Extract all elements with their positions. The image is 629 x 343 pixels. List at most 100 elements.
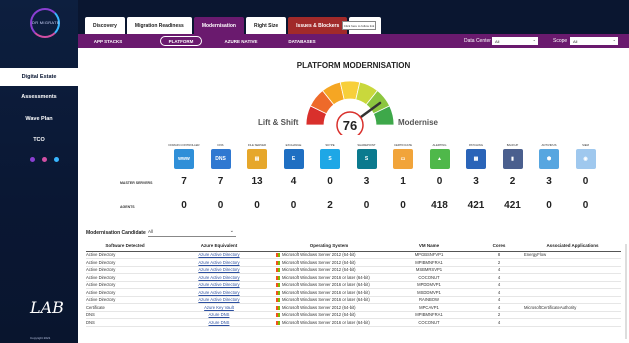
- azure-equivalent-link[interactable]: Azure Active Directory: [164, 273, 274, 282]
- os-cell: Microsoft Windows Server 2012 (64-bit): [274, 251, 384, 259]
- column-header[interactable]: Software Detected: [86, 240, 164, 252]
- column-header[interactable]: Azure Equivalent: [164, 240, 274, 252]
- agents-count[interactable]: 0: [387, 200, 419, 211]
- subtab-azure-native[interactable]: AZURE NATIVE: [218, 36, 264, 46]
- table-row[interactable]: Active Directory Azure Active Directory Mi…: [86, 281, 621, 289]
- tab-migration-readiness[interactable]: Migration Readiness: [126, 17, 192, 34]
- subtab-app-stacks[interactable]: APP STACKS: [88, 36, 128, 46]
- service-column: DOMAIN CONTROLLER www: [168, 137, 200, 169]
- agents-count[interactable]: 0: [241, 200, 273, 211]
- agents-count[interactable]: 0: [278, 200, 310, 211]
- agents-count[interactable]: 418: [424, 200, 456, 211]
- patching-icon: ▦: [466, 149, 486, 169]
- master-servers-count[interactable]: 0: [570, 176, 602, 187]
- azure-equivalent-link[interactable]: Azure DNS: [164, 311, 274, 319]
- agents-count[interactable]: 0: [570, 200, 602, 211]
- master-servers-count[interactable]: 13: [241, 176, 273, 187]
- tab-modernisation[interactable]: Modernisation: [193, 17, 244, 34]
- azure-equivalent-link[interactable]: Azure Active Directory: [164, 296, 274, 304]
- service-column: EXCHANGE E: [278, 137, 310, 169]
- agents-count[interactable]: 0: [168, 200, 200, 211]
- azure-equivalent-link[interactable]: Azure Active Directory: [164, 251, 274, 259]
- sidebar-dot: [42, 157, 47, 162]
- subtab-databases[interactable]: DATABASES: [284, 36, 320, 46]
- software-cell: Active Directory: [86, 273, 164, 282]
- icon-glyph: ⬢: [546, 156, 552, 162]
- icon-glyph: ▲: [437, 156, 442, 162]
- azure-equivalent-link[interactable]: Azure Active Directory: [164, 281, 274, 289]
- table-row[interactable]: Active Directory Azure Active Directory Mi…: [86, 296, 621, 304]
- agents-count[interactable]: 421: [497, 200, 529, 211]
- master-servers-count[interactable]: 1: [387, 176, 419, 187]
- table-row[interactable]: Active Directory Azure Active Directory Mi…: [86, 266, 621, 274]
- sidebar-item-digital-estate[interactable]: Digital Estate: [0, 68, 78, 86]
- table-row[interactable]: Certificate Azure Key Vault Microsoft Wind…: [86, 303, 621, 312]
- sidebar-item-assessments[interactable]: Assessments: [0, 88, 78, 106]
- master-servers-count[interactable]: 3: [351, 176, 383, 187]
- apps-cell: MicrosoftCertificateAuthority: [524, 303, 621, 312]
- os-cell: Microsoft Windows Server 2012 (64-bit): [274, 266, 384, 274]
- azure-equivalent-link[interactable]: Azure Key Vault: [164, 303, 274, 312]
- master-servers-count[interactable]: 3: [460, 176, 492, 187]
- tab-issues-blockers[interactable]: Issues & Blockers: [288, 17, 348, 34]
- software-cell: Active Directory: [86, 251, 164, 259]
- master-servers-count[interactable]: 7: [205, 176, 237, 187]
- vm-name-cell: MSDDMVP1: [384, 288, 474, 297]
- scope-select[interactable]: All ⌄: [570, 37, 618, 45]
- azure-equivalent-link[interactable]: Azure Active Directory: [164, 288, 274, 297]
- modernisation-candidate-select[interactable]: All ⌄: [148, 228, 236, 237]
- service-label: PATCHING: [468, 142, 484, 147]
- column-header[interactable]: VM Name: [384, 240, 474, 252]
- cores-cell: 4: [474, 281, 524, 289]
- table-row[interactable]: Active Directory Azure Active Directory Mi…: [86, 258, 621, 267]
- service-label: DNS: [217, 142, 224, 147]
- table-row[interactable]: Active Directory Azure Active Directory Mi…: [86, 273, 621, 282]
- service-label: SHAREPOINT: [357, 142, 376, 147]
- icon-glyph: www: [178, 156, 190, 162]
- sidebar-item-wave-plan[interactable]: Wave Plan: [0, 110, 78, 128]
- cores-cell: 2: [474, 311, 524, 319]
- sidebar-item-tco[interactable]: TCO: [0, 131, 78, 149]
- service-column: DNS DNS: [205, 137, 237, 169]
- os-cell: Microsoft Windows Server 2016 or later (…: [274, 273, 384, 282]
- agents-count[interactable]: 0: [351, 200, 383, 211]
- data-center-select[interactable]: All ⌄: [492, 37, 538, 45]
- tab-discovery[interactable]: Discovery: [85, 17, 125, 34]
- subtab-platform[interactable]: PLATFORM: [160, 36, 202, 46]
- cores-cell: 8: [474, 251, 524, 259]
- apps-cell: EnergyFlow: [524, 251, 621, 259]
- column-header[interactable]: Operating System: [274, 240, 384, 252]
- vm-name-cell: RAINBOW: [384, 296, 474, 304]
- file-server-icon: ▤: [247, 149, 267, 169]
- www-icon: www: [174, 149, 194, 169]
- master-servers-count[interactable]: 2: [497, 176, 529, 187]
- column-header[interactable]: Associated Applications: [524, 240, 621, 252]
- agents-count[interactable]: 421: [460, 200, 492, 211]
- os-cell: Microsoft Windows Server 2016 or later (…: [274, 296, 384, 304]
- chevron-down-icon: ⌄: [229, 228, 234, 234]
- agents-count[interactable]: 0: [533, 200, 565, 211]
- agents-count[interactable]: 0: [205, 200, 237, 211]
- cores-cell: 2: [474, 258, 524, 267]
- tab-right-size[interactable]: Right Size: [245, 17, 287, 34]
- table-row[interactable]: DNS Azure DNS Microsoft Windows Server 201…: [86, 318, 621, 327]
- table-row[interactable]: Active Directory Azure Active Directory Mi…: [86, 288, 621, 297]
- table-row[interactable]: DNS Azure DNS Microsoft Windows Server 201…: [86, 311, 621, 319]
- service-label: DOMAIN CONTROLLER: [168, 142, 200, 147]
- column-header[interactable]: Cores: [474, 240, 524, 252]
- windows-icon: [276, 283, 280, 288]
- master-servers-count[interactable]: 7: [168, 176, 200, 187]
- master-servers-count[interactable]: 0: [424, 176, 456, 187]
- windows-icon: [276, 320, 280, 325]
- os-text: Microsoft Windows Server 2016 or later (…: [282, 274, 370, 280]
- master-servers-count[interactable]: 3: [533, 176, 565, 187]
- azure-equivalent-link[interactable]: Azure Active Directory: [164, 266, 274, 274]
- azure-equivalent-link[interactable]: Azure DNS: [164, 318, 274, 327]
- table-row[interactable]: Active Directory Azure Active Directory Mi…: [86, 251, 621, 259]
- master-servers-count[interactable]: 4: [278, 176, 310, 187]
- modernise-label: Modernise: [398, 118, 439, 127]
- agents-count[interactable]: 2: [314, 200, 346, 211]
- master-servers-count[interactable]: 0: [314, 176, 346, 187]
- azure-equivalent-link[interactable]: Azure Active Directory: [164, 258, 274, 267]
- table-scrollbar[interactable]: [625, 244, 627, 339]
